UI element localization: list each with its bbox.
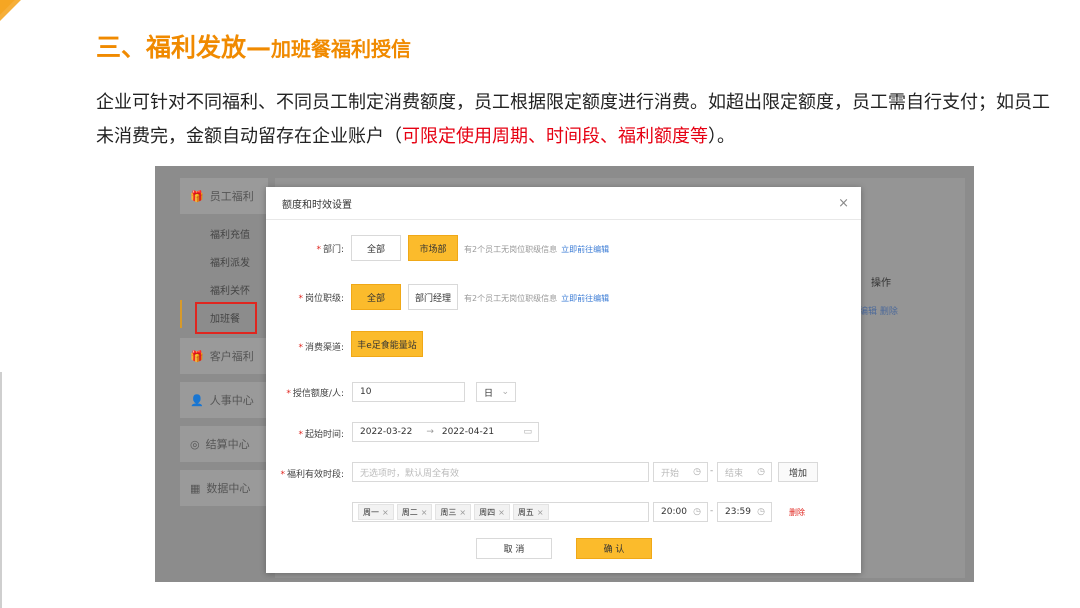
time-separator: -	[710, 506, 714, 516]
weekday-tag[interactable]: 周三 ×	[435, 504, 472, 520]
dept-option-marketing[interactable]: 市场部	[408, 235, 458, 261]
close-icon[interactable]: ×	[537, 508, 544, 517]
period-label: * 起始时间:	[298, 430, 344, 440]
time-separator: -	[710, 466, 714, 476]
clock-icon: ◷	[757, 467, 765, 477]
calendar-icon: ▭	[523, 427, 532, 437]
table-row-links: 编辑 删除	[859, 304, 898, 317]
position-option-dept-manager[interactable]: 部门经理	[408, 284, 458, 310]
slide-title-main: 三、福利发放—	[96, 33, 272, 62]
period-start: 2022-03-22	[360, 427, 413, 437]
sidebar-group-label: 客户福利	[209, 350, 254, 363]
gift-icon: 🎁	[190, 189, 204, 203]
weekday-select-input[interactable]: 无选项时，默认周全有效	[352, 462, 649, 482]
add-time-button[interactable]: 增加	[778, 462, 818, 482]
dept-label: * 部门:	[316, 245, 344, 255]
sidebar-group-label: 员工福利	[209, 190, 254, 203]
row-time-end-input[interactable]: 23:59 ◷	[717, 502, 772, 522]
position-hint: 有2个员工无岗位职级信息 立即前往编辑	[464, 294, 610, 303]
sidebar-group-hr-center[interactable]: 👤 人事中心	[180, 382, 268, 418]
weekday-tag[interactable]: 周一 ×	[358, 504, 394, 520]
sidebar: 🎁 员工福利 福利充值 福利派发 福利关怀 加班餐 🎁 客户福利 👤 人事中心 …	[180, 178, 268, 578]
gift-icon: 🎁	[190, 349, 204, 363]
sidebar-item-recharge[interactable]: 福利充值	[210, 226, 250, 241]
close-icon[interactable]: ×	[382, 508, 389, 517]
period-end: 2022-04-21	[441, 427, 495, 437]
channel-option-energy-station[interactable]: 丰e足食能量站	[351, 331, 423, 357]
close-icon[interactable]: ×	[459, 508, 466, 517]
time-start-input[interactable]: 开始 ◷	[653, 462, 708, 482]
chevron-down-icon: ⌄	[501, 387, 509, 397]
weekday-tag[interactable]: 周二 ×	[396, 504, 433, 520]
sidebar-group-data-center[interactable]: ▦ 数据中心	[180, 470, 268, 506]
modal-header: 额度和时效设置 ×	[266, 187, 861, 220]
weekday-tag[interactable]: 周四 ×	[474, 504, 510, 520]
credit-unit-select[interactable]: 日 ⌄	[476, 382, 516, 402]
position-option-all[interactable]: 全部	[351, 284, 401, 310]
slide-title-sub: 加班餐福利授信	[271, 37, 412, 61]
sidebar-item-distribute[interactable]: 福利派发	[210, 254, 250, 269]
quota-settings-modal: 额度和时效设置 × * 部门: 全部 市场部 有2个员工无岗位职级信息 立即前往编辑…	[266, 187, 861, 573]
desc-highlight: 可限定使用周期、时间段、福利额度等	[402, 126, 708, 147]
credit-label: * 授信额度/人:	[286, 389, 344, 399]
close-icon[interactable]: ×	[498, 508, 505, 517]
sidebar-group-label: 人事中心	[209, 394, 254, 407]
weekday-select-filled[interactable]: 周一 × 周二 × 周三 × 周四 × 周五 ×	[352, 502, 649, 522]
channel-label: * 消费渠道:	[298, 343, 344, 353]
sidebar-active-indicator	[180, 300, 182, 328]
confirm-button[interactable]: 确 认	[576, 538, 652, 559]
app-screenshot: 🎁 员工福利 福利充值 福利派发 福利关怀 加班餐 🎁 客户福利 👤 人事中心 …	[155, 166, 974, 582]
decorative-left-line	[0, 372, 2, 608]
dept-edit-link[interactable]: 立即前往编辑	[561, 245, 609, 254]
settle-icon: ◎	[190, 437, 200, 451]
sidebar-group-label: 结算中心	[205, 438, 250, 451]
table-header-operation: 操作	[871, 278, 891, 289]
time-end-input[interactable]: 结束 ◷	[717, 462, 772, 482]
close-icon[interactable]: ×	[838, 196, 849, 211]
decorative-corner-band-thin	[0, 0, 63, 65]
sidebar-group-employee-welfare[interactable]: 🎁 员工福利	[180, 178, 268, 214]
person-icon: 👤	[190, 393, 204, 407]
edit-link[interactable]: 编辑	[859, 307, 877, 317]
period-range-picker[interactable]: 2022-03-22 → 2022-04-21 ▭	[352, 422, 539, 442]
cancel-button[interactable]: 取 消	[476, 538, 552, 559]
sidebar-group-settlement-center[interactable]: ◎ 结算中心	[180, 426, 268, 462]
row-time-start-input[interactable]: 20:00 ◷	[653, 502, 708, 522]
clock-icon: ◷	[693, 467, 701, 477]
chart-icon: ▦	[190, 481, 201, 495]
valid-time-label: * 福利有效时段:	[280, 470, 344, 480]
close-icon[interactable]: ×	[421, 508, 428, 517]
arrow-right-icon: →	[426, 427, 434, 437]
credit-amount-input[interactable]: 10	[352, 382, 465, 402]
weekday-tag[interactable]: 周五 ×	[512, 504, 549, 520]
sidebar-group-customer-welfare[interactable]: 🎁 客户福利	[180, 338, 268, 374]
dept-option-all[interactable]: 全部	[351, 235, 401, 261]
modal-title: 额度和时效设置	[282, 199, 352, 211]
clock-icon: ◷	[757, 507, 765, 517]
delete-link[interactable]: 删除	[880, 307, 898, 317]
desc-text-2: ）。	[708, 126, 735, 147]
position-edit-link[interactable]: 立即前往编辑	[561, 294, 609, 303]
highlight-red-box	[195, 302, 257, 334]
clock-icon: ◷	[693, 507, 701, 517]
dept-hint: 有2个员工无岗位职级信息 立即前往编辑	[464, 245, 610, 254]
delete-time-row-link[interactable]: 删除	[789, 507, 805, 518]
position-label: * 岗位职级:	[298, 294, 344, 304]
slide-description: 企业可针对不同福利、不同员工制定消费额度，员工根据限定额度进行消费。如超出限定额…	[96, 86, 1056, 154]
slide-title: 三、福利发放—加班餐福利授信	[96, 28, 411, 64]
sidebar-group-label: 数据中心	[206, 482, 251, 495]
sidebar-item-care[interactable]: 福利关怀	[210, 282, 250, 297]
